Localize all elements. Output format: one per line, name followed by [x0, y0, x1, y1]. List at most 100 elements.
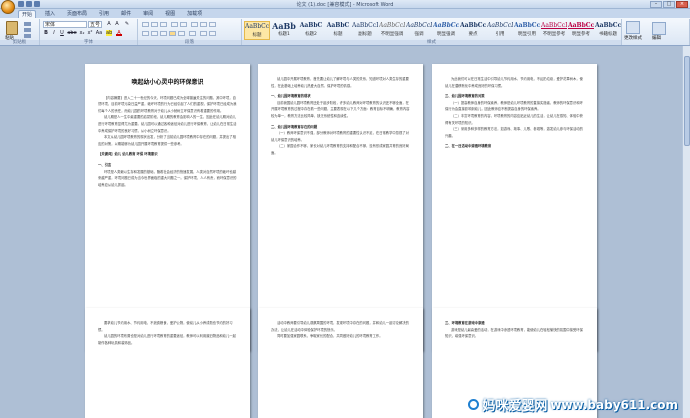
cut-icon[interactable]	[24, 22, 31, 26]
vertical-scrollbar[interactable]	[682, 46, 690, 418]
style-name: 明显参考	[572, 32, 590, 37]
chinese-layout-icon[interactable]	[191, 22, 198, 27]
font-name-dropdown[interactable]: 宋体	[43, 21, 87, 28]
styles-group: AaBbCcDc 标题 AaBb标题1 AaBbC 标题2 AaBbC 标题 AaBb…	[242, 19, 622, 45]
document-area[interactable]: 唤起幼小心灵中的环保意识 【内容摘要】进入二十一世纪的今天，环境问题已成为全球普…	[0, 46, 682, 418]
clear-format-icon[interactable]: ✎	[124, 21, 130, 27]
borders-icon[interactable]	[209, 31, 216, 36]
style-name: 明显引用	[518, 32, 536, 37]
tab-addins[interactable]: 加载项	[184, 10, 205, 18]
tab-mailings[interactable]: 邮件	[118, 10, 134, 18]
line-spacing-icon[interactable]	[189, 31, 196, 36]
font-size-dropdown[interactable]: 五号	[88, 21, 102, 28]
style-subtle-emphasis[interactable]: AaBbCcDc 不明显强调	[379, 21, 405, 40]
style-heading-2[interactable]: AaBbC 标题2	[298, 21, 324, 40]
style-name: 副标题	[358, 32, 372, 37]
style-emphasis[interactable]: AaBbCcDc 强调	[406, 21, 432, 40]
office-button[interactable]	[1, 0, 15, 14]
align-right-icon[interactable]	[160, 31, 167, 36]
style-name: 明显强调	[437, 32, 455, 37]
find-icon[interactable]	[652, 22, 666, 35]
shrink-font-icon[interactable]: A	[114, 21, 120, 27]
bold-button[interactable]: B	[43, 30, 49, 36]
superscript-button[interactable]: x²	[87, 30, 93, 36]
watermark-url: www.baby611.com	[550, 397, 678, 412]
underline-button[interactable]: U	[59, 30, 65, 36]
style-normal[interactable]: AaBbCcDc 标题	[244, 21, 270, 40]
paragraph: （二）家园合作不够，家长对幼儿环境教育的支持和配合不够，没有形成家园共育的良好局…	[271, 144, 409, 155]
styles-group-label: 样式	[242, 40, 621, 45]
grow-font-icon[interactable]: A	[106, 21, 112, 27]
paste-icon[interactable]	[6, 21, 18, 35]
decrease-indent-icon[interactable]	[171, 22, 178, 27]
ribbon: 粘贴 剪贴板 宋体 五号 A A ✎ B I U abe x₂ x² Aa ab…	[0, 18, 690, 46]
close-button[interactable]: ×	[676, 1, 688, 8]
paragraph: 活动中教师要引导幼儿观察周围的环境，发现环境中存在的问题，并和幼儿一起讨论解决的…	[271, 321, 409, 332]
paragraph: 环境是人类赖以生存和发展的基础，随着社会经济的快速发展，人类对自然环境的破坏也越…	[98, 169, 237, 187]
page-body: 活动中教师要引导幼儿观察周围的环境，发现环境中存在的问题，并和幼儿一起讨论解决的…	[271, 320, 410, 340]
style-name: 不明显强调	[380, 32, 404, 37]
paragraph: 【内容摘要】进入二十一世纪的今天，环境问题已成为全球普遍关注的问题，其中环境，自…	[98, 95, 237, 113]
paragraph: 目前我国幼儿园环境教育还处于起步阶段，许多幼儿教师对环境教育的认识还不够全面，在…	[271, 100, 410, 118]
document-page[interactable]: 要求幼儿节约用水、节约用电，不浪费粮食，爱护公物，使幼儿从小养成勤俭节约的好习惯…	[85, 308, 250, 418]
tab-page-layout[interactable]: 页面布局	[64, 10, 90, 18]
style-title[interactable]: AaBbC 标题	[325, 21, 351, 40]
style-intense-reference[interactable]: AaBbCcDc 明显参考	[568, 21, 594, 40]
style-name: 标题1	[278, 32, 290, 37]
paragraph: 游戏是幼儿最喜爱的活动，在游戏中渗透环境教育，能使幼儿在轻松愉快的氛围中接受环保…	[445, 327, 583, 339]
shading-icon[interactable]	[200, 31, 207, 36]
page-body: 要求幼儿节约用水、节约用电，不浪费粮食，爱护公物，使幼儿从小养成勤俭节约的好习惯…	[98, 320, 237, 346]
change-styles-icon[interactable]	[626, 21, 640, 34]
style-quote[interactable]: AaBbCcDc 引用	[487, 21, 513, 40]
show-marks-icon[interactable]	[209, 22, 216, 27]
change-case-button[interactable]: Aa	[95, 30, 103, 36]
style-subtitle[interactable]: AaBbCcD 副标题	[352, 21, 378, 40]
scrollbar-thumb[interactable]	[684, 56, 690, 146]
style-book-title[interactable]: AaBbCcDc 书籍标题	[595, 21, 621, 40]
align-left-icon[interactable]	[142, 31, 149, 36]
align-center-icon[interactable]	[151, 31, 158, 36]
title-bar: 论文 (1).doc [兼容模式] - Microsoft Word – □ ×	[0, 0, 690, 9]
style-sample: AaBbCcDc	[514, 22, 540, 29]
strikethrough-button[interactable]: abe	[67, 30, 77, 36]
section-heading: 三、幼儿园环境教育的对策	[445, 94, 485, 99]
paragraph: （三）采用多种多样的教育方法，如游戏、故事、儿歌、参观等，激发幼儿参与环保活动的…	[445, 127, 583, 138]
format-painter-icon[interactable]	[24, 34, 31, 38]
tab-review[interactable]: 审阅	[140, 10, 156, 18]
tab-insert[interactable]: 插入	[42, 10, 58, 18]
font-color-button[interactable]: A	[116, 30, 122, 36]
style-sample: AaBbCcDc	[245, 23, 269, 30]
style-strong[interactable]: AaBbCcDc 要点	[460, 21, 486, 40]
sort-icon[interactable]	[200, 22, 207, 27]
style-subtle-reference[interactable]: AaBbCcDc 不明显参考	[541, 21, 567, 40]
style-intense-emphasis[interactable]: AaBbCcDc 明显强调	[433, 21, 459, 40]
document-page[interactable]: 活动中教师要引导幼儿观察周围的环境，发现环境中存在的问题，并和幼儿一起讨论解决的…	[258, 308, 423, 418]
multilevel-list-icon[interactable]	[160, 22, 167, 27]
paragraph: 幼儿期是人一生中最重要的启蒙阶段，幼儿期的教育会影响人的一生，因此在幼儿期对幼儿…	[98, 115, 237, 133]
tab-references[interactable]: 引用	[96, 10, 112, 18]
section-heading: 二、在一日活动中渗透环境教育	[445, 144, 492, 149]
paragraph: 幼儿园中开展环境教育，首先要让幼儿了解环境与人类的关系，知道环境对人类生存的重要…	[271, 77, 409, 88]
highlight-color-icon[interactable]: ab	[106, 30, 112, 36]
tab-view[interactable]: 视图	[162, 10, 178, 18]
tab-home[interactable]: 开始	[18, 10, 37, 18]
window-controls: – □ ×	[650, 1, 688, 8]
copy-icon[interactable]	[24, 28, 31, 32]
numbering-icon[interactable]	[151, 22, 158, 27]
editing-label[interactable]: 编辑	[652, 35, 661, 41]
page-body: 为此我们可以在日常生活中引导幼儿节约用水、节约用电，不乱扔垃圾，爱护花草树木，使…	[445, 76, 584, 150]
bullets-icon[interactable]	[142, 22, 149, 27]
justify-icon[interactable]	[169, 31, 176, 36]
style-intense-quote[interactable]: AaBbCcDc 明显引用	[514, 21, 540, 40]
maximize-button[interactable]: □	[663, 1, 675, 8]
italic-button[interactable]: I	[51, 30, 57, 36]
minimize-button[interactable]: –	[650, 1, 662, 8]
increase-indent-icon[interactable]	[180, 22, 187, 27]
change-styles-label[interactable]: 更改样式	[624, 35, 642, 41]
subscript-button[interactable]: x₂	[79, 30, 85, 36]
style-heading-1[interactable]: AaBb 标题1	[271, 21, 297, 40]
page-body: 三、环境教育在游戏中渗透 游戏是幼儿最喜爱的活动，在游戏中渗透环境教育，能使幼儿…	[445, 320, 584, 340]
style-name: 书籍标题	[599, 32, 617, 37]
distribute-icon[interactable]	[178, 31, 185, 36]
style-name: 标题	[252, 33, 262, 38]
